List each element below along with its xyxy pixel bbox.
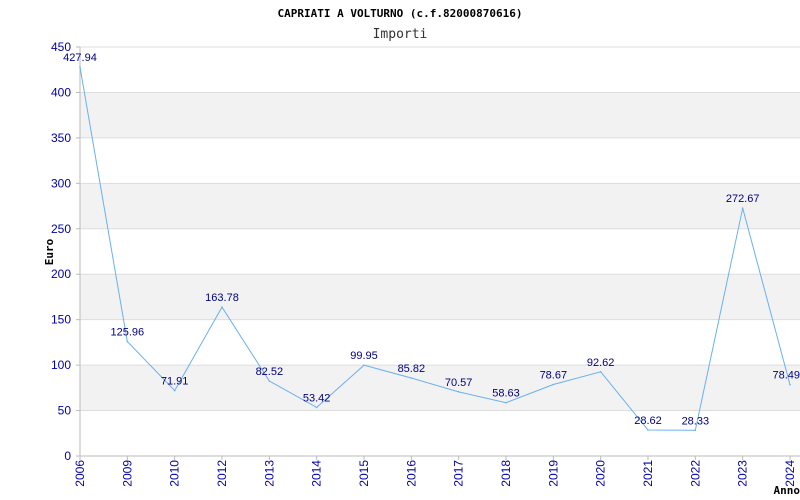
line-chart: 050100150200250300350400450 2006 2009 2010…: [43, 7, 800, 497]
x-tick-label: 2006: [73, 460, 87, 487]
y-tick-label: 250: [51, 222, 71, 236]
data-point: [221, 306, 223, 308]
x-axis-label: Anno: [774, 484, 800, 497]
data-label: 28.62: [634, 415, 662, 427]
x-tick-label: 2016: [404, 460, 418, 487]
grid-band: [80, 183, 800, 229]
y-tick-label: 50: [58, 404, 72, 418]
data-point: [410, 377, 413, 379]
x-axis-ticks: 2006 2009 2010 2012 2013 2014 2015 2016 2017 2018…: [73, 456, 797, 487]
y-tick-label: 300: [51, 176, 71, 190]
data-point: [363, 364, 365, 366]
data-label: 28.33: [682, 415, 710, 427]
x-tick-label: 2019: [546, 460, 560, 487]
data-label: 70.57: [445, 377, 473, 389]
grid-band: [80, 92, 800, 138]
data-label: 163.78: [205, 292, 239, 304]
data-point: [126, 340, 129, 343]
data-point: [457, 391, 460, 393]
y-tick-label: 400: [51, 85, 71, 99]
data-label: 427.94: [63, 52, 97, 64]
y-axis-label: Euro: [43, 238, 56, 265]
x-tick-label: 2020: [594, 460, 608, 487]
data-label: 78.67: [540, 369, 568, 381]
y-tick-label: 150: [51, 313, 71, 327]
data-point: [505, 401, 507, 404]
data-point: [173, 389, 176, 392]
x-tick-label: 2010: [168, 460, 182, 487]
chart-subtitle: Importi: [373, 27, 428, 42]
data-label: 53.42: [303, 392, 331, 404]
data-label: 99.95: [350, 350, 378, 362]
y-tick-label: 200: [51, 267, 71, 281]
data-point: [315, 406, 318, 409]
x-tick-label: 2012: [215, 460, 229, 487]
x-tick-label: 2018: [499, 460, 513, 487]
x-tick-label: 2015: [357, 460, 371, 487]
x-tick-label: 2013: [262, 460, 276, 487]
grid-band: [80, 365, 800, 411]
data-point: [741, 207, 744, 209]
x-tick-label: 2017: [452, 460, 466, 487]
grid-band: [80, 274, 800, 320]
y-tick-label: 100: [51, 358, 71, 372]
data-label: 125.96: [111, 327, 145, 339]
data-point: [79, 66, 81, 68]
data-label: 272.67: [726, 193, 760, 205]
x-tick-label: 2022: [688, 460, 702, 487]
x-tick-label: 2021: [641, 460, 655, 487]
data-label: 85.82: [398, 363, 426, 375]
data-point: [647, 429, 649, 431]
data-label: 71.91: [161, 376, 189, 388]
data-label: 92.62: [587, 357, 615, 369]
data-point: [552, 383, 555, 386]
x-tick-label: 2009: [120, 460, 134, 487]
x-tick-label: 2023: [736, 460, 750, 487]
data-label: 82.52: [256, 366, 284, 378]
data-point: [694, 429, 697, 432]
data-point: [599, 371, 602, 373]
data-point: [789, 383, 791, 386]
plot-background: [80, 92, 800, 411]
data-label: 58.63: [492, 388, 520, 400]
x-tick-label: 2014: [310, 460, 324, 487]
y-tick-label: 0: [64, 449, 71, 463]
y-tick-label: 350: [51, 131, 71, 145]
x-tick-label: 2024: [783, 460, 797, 487]
data-label: 78.49: [772, 370, 800, 382]
data-point: [268, 380, 271, 382]
chart-title: CAPRIATI A VOLTURNO (c.f.82000870616): [277, 7, 522, 20]
